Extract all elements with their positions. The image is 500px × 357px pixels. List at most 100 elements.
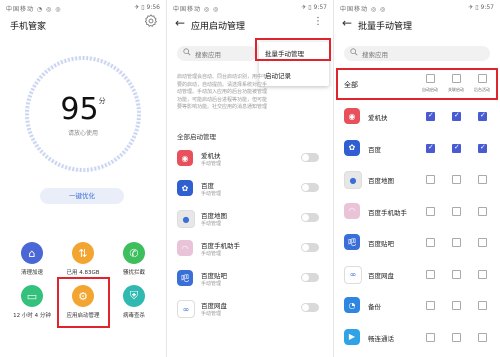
app-name: 百度网盘 <box>368 271 394 280</box>
assoc-start-checkbox[interactable] <box>452 143 461 153</box>
assoc-start-checkbox[interactable] <box>452 206 461 216</box>
launch-toggle[interactable] <box>301 303 319 312</box>
status-time: ✈ ▯ 9:56 <box>134 4 160 11</box>
auto-start-checkbox[interactable] <box>426 175 435 184</box>
list-item[interactable]: ◠ 百度手机助手 手动管理 <box>167 236 333 264</box>
list-item[interactable]: ◉ 爱机扶 手动管理 <box>167 146 333 174</box>
background-checkbox[interactable] <box>478 206 487 216</box>
auto-start-checkbox[interactable] <box>426 111 435 121</box>
launch-toggle[interactable] <box>301 243 319 252</box>
list-item[interactable]: 吧百度贴吧 手动管理 <box>167 266 333 294</box>
status-carrier: 中国移动 ◎ ◎ <box>173 6 220 13</box>
app-name: 爱机扶 <box>368 114 388 122</box>
tool-virus-scan[interactable]: ⛨ 病毒查杀 <box>109 285 159 319</box>
assoc-start-checkbox[interactable] <box>452 111 461 121</box>
tool-harass-block[interactable]: ✆ 骚扰拦截 <box>109 242 159 276</box>
auto-start-checkbox[interactable] <box>426 206 435 216</box>
auto-start-checkbox[interactable] <box>426 301 435 310</box>
list-item: 吧百度贴吧 <box>334 230 500 258</box>
tool-cleanup[interactable]: ⌂ 清理加速 <box>7 242 57 276</box>
list-item[interactable]: ∞ 百度网盘 手动管理 <box>167 296 333 324</box>
app-name: 百度手机助手 <box>368 208 407 217</box>
app-mode: 手动管理 <box>201 161 222 167</box>
app-mode: 手动管理 <box>201 221 222 227</box>
highlight-box <box>255 38 331 61</box>
list-item[interactable]: ● 百度地图 手动管理 <box>167 206 333 234</box>
status-bar: 中国移动 ◎ ◎ ✈ ▯ 9:57 <box>334 2 500 13</box>
list-item: ∞ 百度网盘 <box>334 262 500 290</box>
backup-icon: ◔ <box>344 297 360 313</box>
launch-toggle[interactable] <box>301 273 319 282</box>
score-unit: 分 <box>98 97 106 105</box>
auto-start-checkbox[interactable] <box>426 238 435 247</box>
search-icon <box>350 48 358 56</box>
status-carrier: 中国移动 ◔ ◎ ◎ <box>6 6 62 13</box>
app-name: 备份 <box>368 303 381 311</box>
shopping-bag-icon: ◠ <box>344 202 360 219</box>
launch-toggle[interactable] <box>301 183 319 192</box>
status-carrier: 中国移动 ◎ ◎ <box>340 6 387 13</box>
back-arrow-icon[interactable]: ← <box>342 16 352 30</box>
background-checkbox[interactable] <box>478 175 487 184</box>
background-checkbox[interactable] <box>478 301 487 310</box>
tool-data-usage[interactable]: ⇅ 已用 4.83GB <box>58 242 108 276</box>
batch-manage-screen: 中国移动 ◎ ◎ ✈ ▯ 9:57 ← 批量手动管理 搜索应用 全部 自动启动 … <box>334 0 500 357</box>
background-checkbox[interactable] <box>478 269 487 279</box>
background-checkbox[interactable] <box>478 238 487 247</box>
background-checkbox[interactable] <box>478 332 487 342</box>
search-input[interactable]: 搜索应用 <box>177 46 257 61</box>
gear-icon[interactable] <box>144 14 158 28</box>
app-name: 百度手机助手 <box>201 242 240 250</box>
assoc-start-checkbox[interactable] <box>452 175 461 184</box>
app-name: 百度网盘 <box>201 302 227 310</box>
tool-label: 骚扰拦截 <box>122 270 145 276</box>
menu-item-launch-records[interactable]: 启动记录 <box>259 64 329 86</box>
tool-label: 已用 4.83GB <box>66 270 100 276</box>
assoc-start-checkbox[interactable] <box>452 269 461 279</box>
baidu-paw-icon: ✿ <box>344 139 360 156</box>
list-item[interactable]: ✿ 百度 手动管理 <box>167 176 333 204</box>
list-item: ▶ 畅连通话 <box>334 325 500 353</box>
description-text: 启动管理会自动、同台启动识别，用中不要的启动，自动提前。请选择系统对应手动管理。… <box>177 74 268 110</box>
auto-start-checkbox[interactable] <box>426 269 435 279</box>
tieba-icon: 吧 <box>344 234 360 250</box>
more-menu-icon[interactable]: ⋮ <box>313 16 323 27</box>
phone-manager-screen: 中国移动 ◔ ◎ ◎ ✈ ▯ 9:56 手机管家 95分 请放心使用 一键优化 … <box>0 0 166 357</box>
background-checkbox[interactable] <box>478 143 487 153</box>
list-item: ● 百度地图 <box>334 167 500 195</box>
app-name: 百度贴吧 <box>368 240 394 248</box>
optimize-button[interactable]: 一键优化 <box>40 188 124 204</box>
app-name: 畅连通话 <box>368 334 394 343</box>
aijifu-icon: ◉ <box>177 150 193 166</box>
launch-toggle[interactable] <box>301 153 319 162</box>
score-hint: 请放心使用 <box>67 130 98 137</box>
search-placeholder: 搜索应用 <box>195 51 221 59</box>
battery-icon: ▭ <box>21 285 43 307</box>
app-name: 百度地图 <box>201 212 227 220</box>
tool-battery[interactable]: ▭ 12 小时 4 分钟 <box>7 285 57 319</box>
title-bar: ← 批量手动管理 <box>334 16 500 34</box>
auto-start-checkbox[interactable] <box>426 332 435 342</box>
app-name: 百度贴吧 <box>201 272 227 280</box>
shopping-bag-icon: ◠ <box>177 240 193 256</box>
highlight-box <box>336 68 498 100</box>
search-input[interactable]: 搜索应用 <box>344 46 490 61</box>
app-name: 爱机扶 <box>201 152 221 160</box>
launch-toggle[interactable] <box>301 213 319 222</box>
tool-label: 12 小时 4 分钟 <box>13 313 51 319</box>
back-arrow-icon[interactable]: ← <box>175 16 185 30</box>
tool-label: 清理加速 <box>20 270 43 276</box>
app-mode: 手动管理 <box>201 281 222 287</box>
tool-label: 病毒查杀 <box>122 313 145 319</box>
background-checkbox[interactable] <box>478 111 487 121</box>
app-mode: 手动管理 <box>201 251 222 257</box>
highlight-box <box>57 277 110 328</box>
assoc-start-checkbox[interactable] <box>452 301 461 310</box>
auto-start-checkbox[interactable] <box>426 143 435 153</box>
assoc-start-checkbox[interactable] <box>452 332 461 342</box>
cloud-disk-icon: ∞ <box>177 300 195 318</box>
app-name: 百度地图 <box>368 177 394 185</box>
assoc-start-checkbox[interactable] <box>452 238 461 247</box>
app-mode: 手动管理 <box>201 311 222 317</box>
aijifu-icon: ◉ <box>344 108 360 124</box>
